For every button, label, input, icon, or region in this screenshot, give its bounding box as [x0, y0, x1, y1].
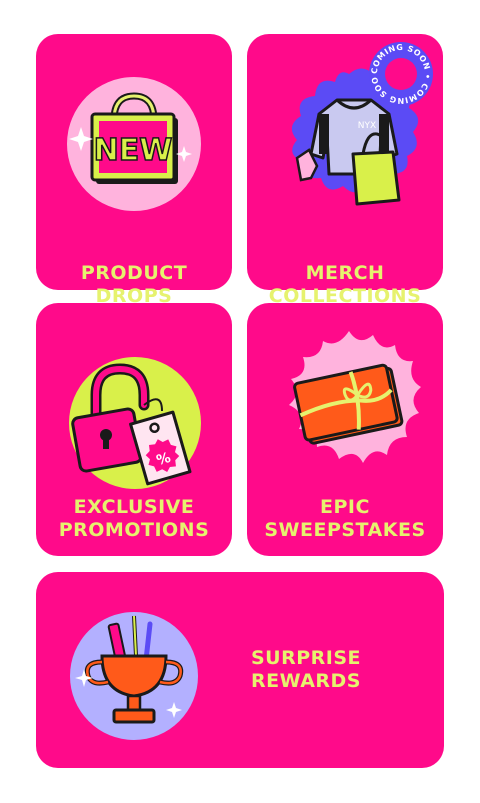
shopping-bag-new-icon: NEW [67, 77, 201, 211]
card-label: EPIC SWEEPSTAKES [264, 496, 426, 541]
card-label: PRODUCT DROPS [80, 262, 188, 307]
gift-box-icon [289, 331, 421, 463]
svg-text:NEW: NEW [94, 133, 173, 168]
card-exclusive-promotions[interactable]: % EXCLUSIVE PROMOTIONS [36, 303, 232, 556]
card-epic-sweepstakes[interactable]: EPIC SWEEPSTAKES [247, 303, 443, 556]
coming-soon-badge: COMING SOON • COMING SOON • [367, 40, 433, 106]
card-merch-collections[interactable]: NYX COMING SOON • COMING SOON • MERCH CO… [247, 34, 443, 307]
card-product-drops[interactable]: NEW PRODUCT DROPS [36, 34, 232, 307]
trophy-makeup-icon [70, 612, 198, 740]
svg-text:NYX: NYX [358, 121, 376, 131]
card-label: SURPRISE REWARDS [250, 647, 362, 692]
card-surprise-rewards[interactable]: SURPRISE REWARDS [36, 572, 444, 768]
lock-and-discount-tag-icon: % [69, 357, 201, 489]
card-label: MERCH COLLECTIONS [268, 262, 422, 307]
card-label: EXCLUSIVE PROMOTIONS [58, 496, 210, 541]
